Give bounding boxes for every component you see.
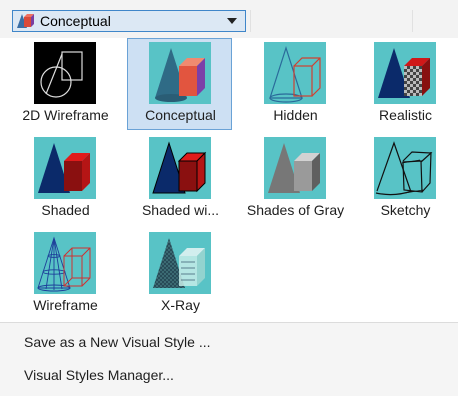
style-label: Sketchy: [380, 202, 431, 218]
visual-style-toolbar: Conceptual: [0, 0, 458, 38]
hidden-icon: [269, 46, 321, 103]
2d-wireframe-icon: [40, 51, 83, 98]
style-label: Hidden: [273, 107, 318, 123]
style-label: 2D Wireframe: [22, 107, 109, 123]
style-tile-wireframe[interactable]: Wireframe: [12, 228, 117, 320]
sketchy-icon: [375, 141, 433, 196]
visual-styles-menu: Save as a New Visual Style ... Visual St…: [0, 322, 458, 396]
realistic-icon: [378, 48, 430, 98]
style-tile-realistic[interactable]: Realistic: [352, 38, 457, 130]
style-tile-conceptual[interactable]: Conceptual: [127, 38, 232, 130]
shaded-icon: [38, 143, 90, 193]
style-label: X-Ray: [161, 297, 200, 313]
visual-style-dropdown[interactable]: Conceptual: [12, 10, 246, 32]
style-tile-shades-of-gray[interactable]: Shades of Gray: [242, 133, 347, 225]
toolbar-divider: [250, 10, 251, 32]
conceptual-icon: [155, 48, 205, 102]
style-tile-hidden[interactable]: Hidden: [242, 38, 347, 130]
style-tile-shaded-with-edges[interactable]: Shaded wi...: [127, 133, 232, 225]
shades-of-gray-icon: [268, 143, 320, 193]
shaded-with-edges-icon: [152, 141, 207, 194]
style-tile-sketchy[interactable]: Sketchy: [352, 133, 457, 225]
save-as-new-visual-style-item[interactable]: Save as a New Visual Style ...: [0, 328, 458, 356]
style-tile-2d-wireframe[interactable]: 2D Wireframe: [12, 38, 117, 130]
style-label: Shaded wi...: [141, 202, 220, 218]
toolbar-divider: [412, 10, 413, 32]
style-label: Shaded: [41, 202, 90, 218]
style-tile-shaded[interactable]: Shaded: [12, 133, 117, 225]
conceptual-style-icon: [17, 14, 34, 28]
wireframe-icon: [37, 236, 91, 292]
style-label: Shades of Gray: [246, 202, 345, 218]
x-ray-icon: [153, 238, 205, 288]
visual-style-dropdown-value: Conceptual: [40, 13, 111, 29]
chevron-down-icon[interactable]: [227, 18, 237, 24]
visual-styles-manager-item[interactable]: Visual Styles Manager...: [0, 361, 458, 389]
style-label: Wireframe: [33, 297, 98, 313]
style-label: Conceptual: [145, 107, 216, 123]
style-label: Realistic: [379, 107, 432, 123]
style-tile-x-ray[interactable]: X-Ray: [127, 228, 232, 320]
